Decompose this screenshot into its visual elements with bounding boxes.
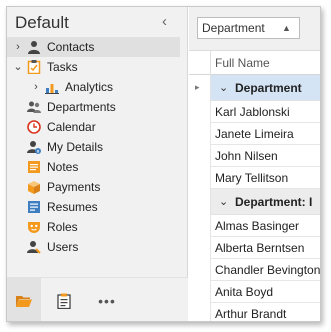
nav-item-notes[interactable]: Notes [7, 157, 188, 177]
table-row[interactable]: Almas Basinger [189, 215, 320, 237]
group-row-department-2[interactable]: ⌄ Department: I [189, 189, 320, 215]
grid-rows: ▸ ⌄ Department Karl Jablonski Janete Lim… [189, 75, 321, 321]
nav-item-analytics[interactable]: › Analytics [7, 77, 188, 97]
cell-full-name: Anita Boyd [215, 285, 274, 299]
row-indicator [189, 189, 211, 215]
nav-item-label: Users [47, 240, 79, 254]
nav-item-tasks[interactable]: ⌄ Tasks [7, 57, 188, 77]
column-header-label: Full Name [215, 56, 270, 70]
nav-item-label: Departments [47, 100, 116, 114]
row-indicator [189, 303, 211, 321]
nav-item-my-details[interactable]: My Details [7, 137, 188, 157]
nav-header: Default ‹ [7, 7, 188, 41]
nav-item-label: Notes [47, 160, 79, 174]
calendar-clock-icon [27, 120, 41, 134]
cell-full-name: Karl Jablonski [215, 105, 290, 119]
nav-item-payments[interactable]: Payments [7, 177, 188, 197]
nav-item-calendar[interactable]: Calendar [7, 117, 188, 137]
group-row-department[interactable]: ▸ ⌄ Department [189, 75, 320, 101]
nav-item-users[interactable]: Users [7, 237, 188, 257]
nav-item-roles[interactable]: Roles [7, 217, 188, 237]
row-indicator [189, 237, 211, 259]
group-row-label: Department: I [235, 195, 313, 209]
nav-item-label: Roles [47, 220, 78, 234]
row-indicator [189, 101, 211, 123]
group-by-department-chip[interactable]: Department ▲ [197, 17, 300, 39]
row-indicator [189, 281, 211, 303]
my-details-user-icon [27, 140, 41, 154]
resumes-icon [27, 200, 41, 214]
row-indicator [189, 215, 211, 237]
group-chip-label: Department [202, 21, 265, 35]
nav-item-resumes[interactable]: Resumes [7, 197, 188, 217]
nav-item-label: My Details [47, 140, 104, 154]
cell-full-name: Chandler Bevington [215, 263, 321, 277]
more-options-button[interactable]: ••• [87, 278, 127, 321]
table-row[interactable]: Janete Limeira [189, 123, 320, 145]
clipboard-icon [57, 293, 71, 309]
nav-item-label: Analytics [65, 80, 114, 94]
nav-item-label: Payments [47, 180, 101, 194]
table-row[interactable]: Arthur Brandt [189, 303, 320, 321]
nav-item-label: Calendar [47, 120, 96, 134]
row-indicator [189, 145, 211, 167]
sort-ascending-icon: ▲ [282, 23, 291, 33]
column-header-full-name[interactable]: Full Name [189, 51, 320, 75]
row-indicator [189, 123, 211, 145]
departments-people-icon [27, 100, 41, 114]
folder-view-button[interactable] [7, 278, 41, 321]
cell-full-name: Alberta Berntsen [215, 241, 305, 255]
cell-full-name: Arthur Brandt [215, 307, 287, 321]
expand-chevron-icon[interactable]: › [13, 37, 23, 57]
table-row[interactable]: Mary Tellitson [189, 167, 320, 189]
table-row[interactable]: Anita Boyd [189, 281, 320, 303]
nav-tree: › Contacts ⌄ Tasks › Analytics Departmen… [7, 37, 188, 257]
nav-item-departments[interactable]: Departments [7, 97, 188, 117]
row-indicator [189, 259, 211, 281]
analytics-chart-icon [45, 80, 59, 94]
nav-item-label: Contacts [47, 40, 95, 54]
nav-item-contacts[interactable]: › Contacts [7, 37, 180, 57]
notes-icon [27, 160, 41, 174]
nav-item-label: Tasks [47, 60, 78, 74]
group-row-label: Department [235, 81, 302, 95]
cell-full-name: Mary Tellitson [215, 171, 289, 185]
group-collapse-chevron-icon[interactable]: ⌄ [219, 81, 228, 94]
payments-box-icon [27, 180, 41, 194]
row-indicator-header [189, 51, 211, 75]
nav-title: Default [15, 13, 69, 32]
data-grid: Department ▲ Full Name ▸ ⌄ Department Ka… [189, 7, 321, 321]
app-window: Default ‹ › Contacts ⌄ Tasks › Analytics… [6, 6, 321, 322]
collapse-pane-button[interactable]: ‹ [162, 13, 176, 31]
nav-bottom-bar: ••• [7, 277, 188, 321]
tasks-clipboard-icon [27, 60, 41, 75]
focused-row-pointer-icon: ▸ [195, 82, 200, 92]
table-row[interactable]: Alberta Berntsen [189, 237, 320, 259]
roles-mask-icon [27, 220, 41, 234]
expand-chevron-icon[interactable]: › [31, 77, 41, 97]
folder-icon [16, 296, 32, 307]
cell-full-name: Almas Basinger [215, 219, 300, 233]
row-indicator [189, 167, 211, 189]
group-panel: Department ▲ [189, 7, 320, 51]
cell-full-name: John Nilsen [215, 149, 278, 163]
collapse-chevron-icon[interactable]: ⌄ [13, 57, 23, 77]
table-row[interactable]: Karl Jablonski [189, 101, 320, 123]
cell-full-name: Janete Limeira [215, 127, 294, 141]
navigation-pane: Default ‹ › Contacts ⌄ Tasks › Analytics… [7, 7, 188, 321]
table-row[interactable]: Chandler Bevington [189, 259, 321, 281]
nav-item-label: Resumes [47, 200, 98, 214]
tasks-view-button[interactable] [47, 278, 81, 321]
contact-person-icon [27, 40, 41, 54]
row-indicator: ▸ [189, 75, 211, 101]
table-row[interactable]: John Nilsen [189, 145, 320, 167]
group-collapse-chevron-icon[interactable]: ⌄ [219, 195, 228, 208]
users-icon [27, 240, 41, 254]
